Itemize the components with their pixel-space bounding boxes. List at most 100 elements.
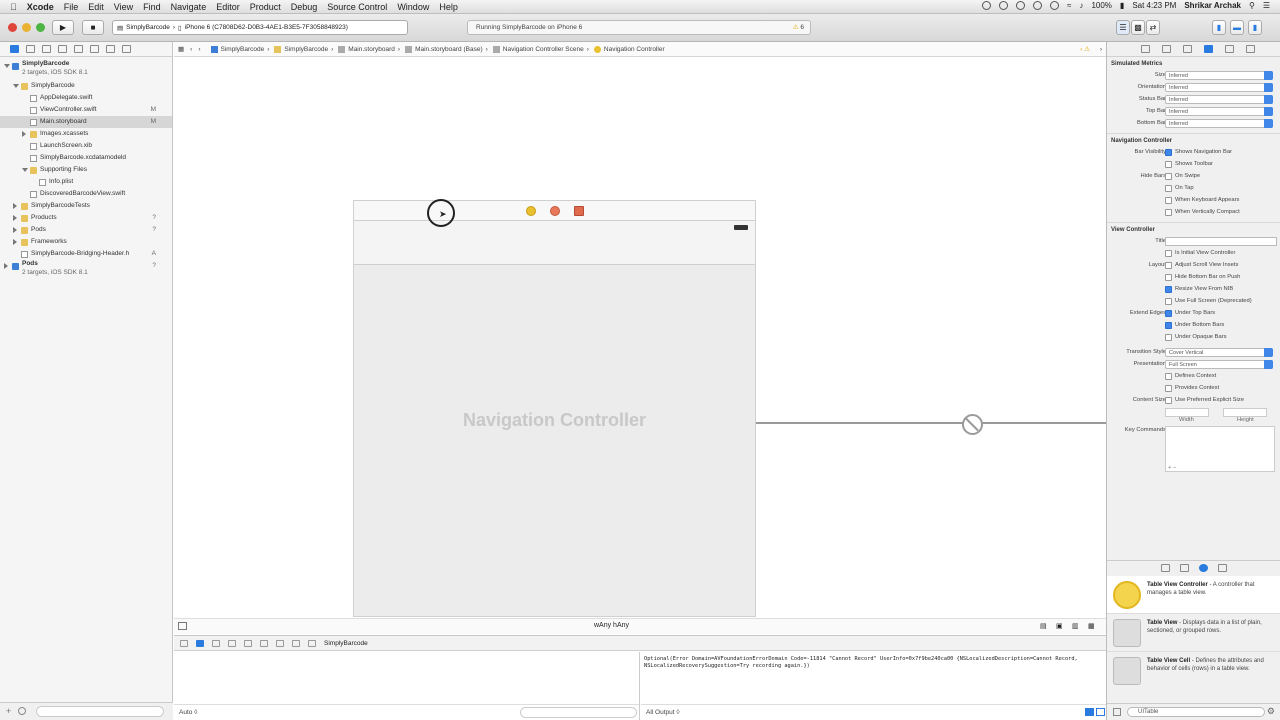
- report-navigator-icon[interactable]: [122, 45, 131, 53]
- back-icon[interactable]: ‹: [190, 46, 192, 53]
- scheme-selector[interactable]: ▤ SimplyBarcode › ▯ iPhone 6 (C7808D62-D…: [112, 20, 408, 35]
- disclosure-closed-icon[interactable]: [22, 131, 26, 137]
- simulated-navigation-bar[interactable]: [354, 221, 755, 265]
- menu-file[interactable]: File: [64, 2, 79, 12]
- resolve-icon[interactable]: ▥: [1072, 622, 1079, 630]
- debug-navigator-icon[interactable]: [90, 45, 99, 53]
- find-navigator-icon[interactable]: [42, 45, 51, 53]
- exit-icon[interactable]: [573, 205, 584, 216]
- volume-icon[interactable]: ♪: [1079, 1, 1083, 10]
- navigator-row[interactable]: Pods? 2 targets, iOS SDK 8.1: [0, 260, 172, 280]
- file-template-library-icon[interactable]: [1160, 563, 1170, 572]
- breadcrumb-storyboard-base[interactable]: Main.storyboard (Base) ›: [405, 45, 488, 53]
- resizing-icon[interactable]: ▦: [1088, 622, 1095, 630]
- library-item[interactable]: Table View Controller - A controller tha…: [1107, 576, 1280, 614]
- option-checkbox[interactable]: [1165, 286, 1172, 293]
- library-filter-input[interactable]: UITable: [1127, 707, 1265, 717]
- minimize-window-icon[interactable]: [22, 23, 31, 32]
- view-hierarchy-icon[interactable]: [276, 639, 284, 647]
- navigator-row[interactable]: SimplyBarcode.xcdatamodeld: [0, 152, 172, 164]
- option-checkbox[interactable]: [1165, 161, 1172, 168]
- navigator-row[interactable]: DiscoveredBarcodeView.swift: [0, 188, 172, 200]
- menu-product[interactable]: Product: [250, 2, 281, 12]
- segue-icon[interactable]: [962, 414, 983, 435]
- symbol-navigator-icon[interactable]: [26, 45, 35, 53]
- initial-vc-checkbox[interactable]: [1165, 250, 1172, 257]
- stop-button[interactable]: ■: [82, 20, 104, 35]
- navigator-row[interactable]: SimplyBarcodeTests: [0, 200, 172, 212]
- checkbox-row[interactable]: Shows Toolbar: [1107, 158, 1280, 170]
- filter-input[interactable]: [36, 706, 164, 717]
- view-controller-icon[interactable]: [525, 205, 536, 216]
- attributes-inspector-icon[interactable]: [1204, 45, 1213, 53]
- checkbox-row[interactable]: Extend Edges Under Top Bars: [1107, 307, 1280, 319]
- option-checkbox[interactable]: [1165, 274, 1172, 281]
- clock-icon[interactable]: [18, 707, 26, 715]
- menu-edit[interactable]: Edit: [88, 2, 104, 12]
- project-navigator-icon[interactable]: [10, 45, 19, 53]
- checkbox-row[interactable]: Layout Adjust Scroll View Insets: [1107, 259, 1280, 271]
- add-key-command-icon[interactable]: + −: [1168, 462, 1176, 474]
- breadcrumb-project[interactable]: SimplyBarcode ›: [210, 45, 269, 53]
- menu-view[interactable]: View: [114, 2, 133, 12]
- debug-target-label[interactable]: SimplyBarcode: [324, 640, 368, 647]
- checkbox-row[interactable]: Bar Visibility Shows Navigation Bar: [1107, 146, 1280, 158]
- disclosure-open-icon[interactable]: [22, 168, 28, 172]
- navigator-row[interactable]: Supporting Files: [0, 164, 172, 176]
- library-item[interactable]: Table View Cell - Defines the attributes…: [1107, 652, 1280, 690]
- key-commands-table[interactable]: [1165, 426, 1275, 472]
- status-icon[interactable]: [982, 1, 992, 10]
- metric-popup[interactable]: Inferred: [1165, 95, 1273, 104]
- metric-popup[interactable]: Inferred: [1165, 71, 1273, 80]
- pin-icon[interactable]: ▣: [1056, 622, 1063, 630]
- option-checkbox[interactable]: [1165, 298, 1172, 305]
- user-name[interactable]: Shrikar Archak: [1184, 1, 1241, 10]
- metric-popup[interactable]: Inferred: [1165, 83, 1273, 92]
- checkbox-row[interactable]: Under Opaque Bars: [1107, 331, 1280, 343]
- warning-nav-icon[interactable]: ‹ ⚠: [1080, 45, 1090, 53]
- status-icon[interactable]: [999, 1, 1009, 10]
- navigator-row[interactable]: Info.plist: [0, 176, 172, 188]
- option-checkbox[interactable]: [1165, 149, 1172, 156]
- navigator-row[interactable]: Pods?: [0, 224, 172, 236]
- first-responder-icon[interactable]: [549, 205, 560, 216]
- close-window-icon[interactable]: [8, 23, 17, 32]
- align-icon[interactable]: ▤: [1040, 622, 1047, 630]
- split-view-icon[interactable]: [1085, 708, 1094, 716]
- status-icon[interactable]: [1016, 1, 1026, 10]
- step-in-icon[interactable]: [244, 639, 252, 647]
- document-outline-icon[interactable]: [178, 622, 187, 630]
- console-output[interactable]: Optional(Error Domain=AVFoundationErrorD…: [641, 652, 1106, 720]
- toggle-utilities-button[interactable]: ▮: [1248, 20, 1262, 35]
- checkbox-row[interactable]: Resize View From NIB: [1107, 283, 1280, 295]
- menu-editor[interactable]: Editor: [216, 2, 240, 12]
- presentation-popup[interactable]: Full Screen: [1165, 360, 1273, 369]
- battery-percent[interactable]: 100%: [1091, 1, 1111, 10]
- menu-find[interactable]: Find: [143, 2, 161, 12]
- status-icon[interactable]: [1033, 1, 1043, 10]
- hide-debug-area-icon[interactable]: [180, 639, 188, 647]
- initial-vc-row[interactable]: Is Initial View Controller: [1107, 247, 1280, 259]
- option-checkbox[interactable]: [1165, 310, 1172, 317]
- navigator-row[interactable]: Images.xcassets: [0, 128, 172, 140]
- defines-context-row[interactable]: Defines Context: [1107, 370, 1280, 382]
- chevron-right-icon[interactable]: ›: [1100, 46, 1102, 53]
- pause-icon[interactable]: [212, 639, 220, 647]
- output-selector[interactable]: All Output ◊: [646, 709, 680, 716]
- variables-filter-input[interactable]: [520, 707, 637, 718]
- menu-navigate[interactable]: Navigate: [171, 2, 207, 12]
- checkbox-row[interactable]: Hide Bottom Bar on Push: [1107, 271, 1280, 283]
- menu-window[interactable]: Window: [397, 2, 429, 12]
- disclosure-open-icon[interactable]: [4, 64, 10, 68]
- option-checkbox[interactable]: [1165, 173, 1172, 180]
- related-items-icon[interactable]: ▦: [178, 45, 184, 53]
- disclosure-closed-icon[interactable]: [13, 227, 17, 233]
- option-checkbox[interactable]: [1165, 185, 1172, 192]
- disclosure-closed-icon[interactable]: [13, 203, 17, 209]
- menu-debug[interactable]: Debug: [291, 2, 318, 12]
- navigator-row[interactable]: Main.storyboard M: [0, 116, 172, 128]
- defines-context-checkbox[interactable]: [1165, 373, 1172, 380]
- step-over-icon[interactable]: [228, 639, 236, 647]
- list-icon[interactable]: ☰: [1263, 1, 1270, 10]
- disclosure-closed-icon[interactable]: [13, 239, 17, 245]
